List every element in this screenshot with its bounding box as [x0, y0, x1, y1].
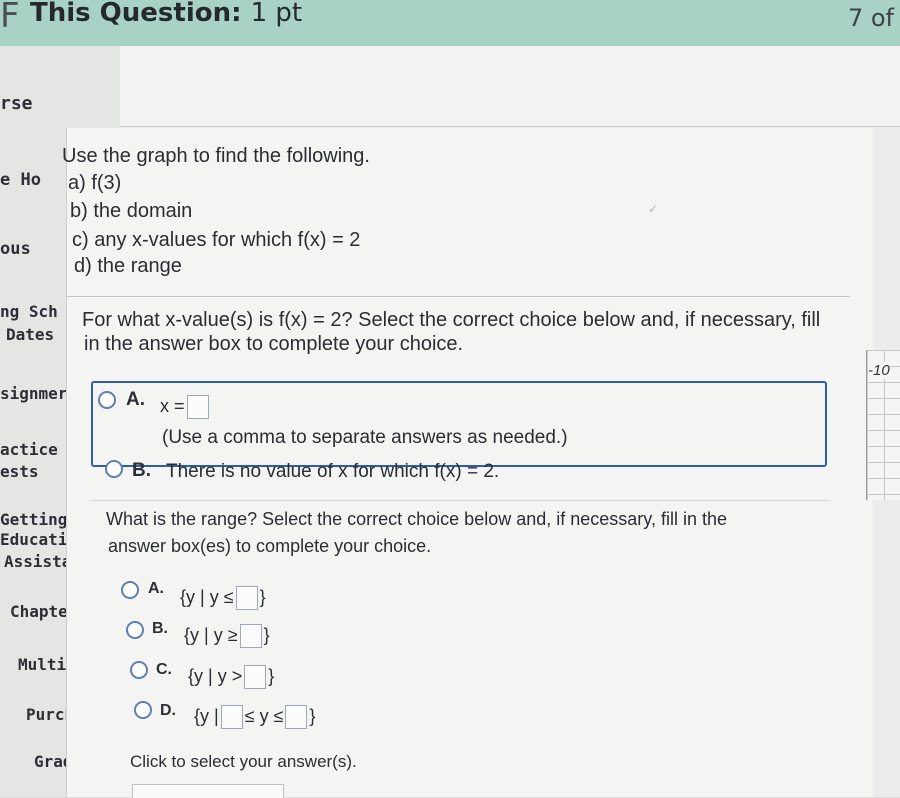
sidebar-item-home[interactable]: e Ho: [0, 170, 41, 190]
question-title: This Question: 1 pt: [30, 0, 303, 28]
question-header: F This Question: 1 pt 7 of: [0, 0, 900, 46]
choice-c-a-radio[interactable]: [98, 391, 116, 409]
choice-d-d-text: {y | ≤ y ≤}: [194, 705, 315, 729]
choice-d-c-radio[interactable]: [130, 661, 148, 679]
sidebar-item-syllabus[interactable]: ous: [0, 239, 31, 259]
sidebar-item-tests[interactable]: ests: [0, 462, 39, 481]
question-toolbar: [40, 46, 900, 127]
part-d-prompt-cont: answer box(es) to complete your choice.: [108, 536, 432, 556]
choice-d-c-letter: C.: [156, 661, 172, 678]
choice-c-b-letter: B.: [132, 460, 151, 481]
answer-box-range-a[interactable]: [235, 586, 258, 610]
answer-hint: Click to select your answer(s).: [130, 752, 357, 771]
choice-c-a-note: (Use a comma to separate answers as need…: [162, 427, 568, 448]
question-part-b: b) the domain: [70, 200, 193, 222]
choice-c-b-radio[interactable]: [105, 460, 123, 478]
choice-d-b-radio[interactable]: [126, 621, 144, 639]
choice-c-b-text: There is no value of x for which f(x) = …: [166, 461, 500, 482]
answer-box-range-d-max[interactable]: [285, 705, 308, 729]
selected-choice-frame: [91, 381, 827, 467]
question-part-d: d) the range: [74, 255, 182, 277]
sidebar-item-assignments[interactable]: signmer: [0, 384, 67, 403]
part-d-prompt: What is the range? Select the correct ch…: [106, 509, 727, 529]
choice-c-a-letter: A.: [126, 389, 145, 410]
question-intro: Use the graph to find the following.: [62, 145, 370, 167]
sidebar-item-calendar[interactable]: ng Sch: [0, 302, 58, 321]
choice-c-a-text: x =: [160, 395, 211, 419]
choice-d-c-text: {y | y >}: [188, 665, 274, 689]
graph-tick-label: -10: [868, 362, 890, 379]
part-c-prompt: For what x-value(s) is f(x) = 2? Select …: [82, 309, 821, 331]
choice-d-a-letter: A.: [148, 580, 164, 597]
question-part-c: c) any x-values for which f(x) = 2: [72, 229, 361, 251]
answer-box-range-c[interactable]: [244, 665, 267, 689]
question-pager: 7 of: [847, 4, 894, 32]
sidebar-item-dates[interactable]: Dates: [6, 325, 54, 344]
section-divider: [66, 296, 850, 297]
question-part-a: a) f(3): [68, 172, 122, 194]
choice-d-b-letter: B.: [152, 620, 168, 637]
sidebar-item-course[interactable]: rse: [0, 93, 33, 114]
choice-d-a-text: {y | y ≤}: [180, 586, 266, 610]
answer-box-x[interactable]: [186, 395, 209, 419]
choice-d-d-radio[interactable]: [134, 701, 152, 719]
choice-d-a-radio[interactable]: [121, 581, 139, 599]
app-logo: F: [0, 0, 20, 36]
answer-box-range-d-min[interactable]: [220, 705, 243, 729]
section-divider-2: [90, 500, 830, 501]
bottom-control[interactable]: [132, 784, 284, 798]
checkmark-icon: ✓: [648, 202, 659, 216]
choice-d-d-letter: D.: [160, 702, 176, 719]
question-points: 1 pt: [250, 0, 303, 28]
choice-d-b-text: {y | y ≥}: [184, 624, 270, 648]
part-c-prompt-cont: in the answer box to complete your choic…: [84, 333, 464, 355]
answer-box-range-b[interactable]: [239, 624, 262, 648]
